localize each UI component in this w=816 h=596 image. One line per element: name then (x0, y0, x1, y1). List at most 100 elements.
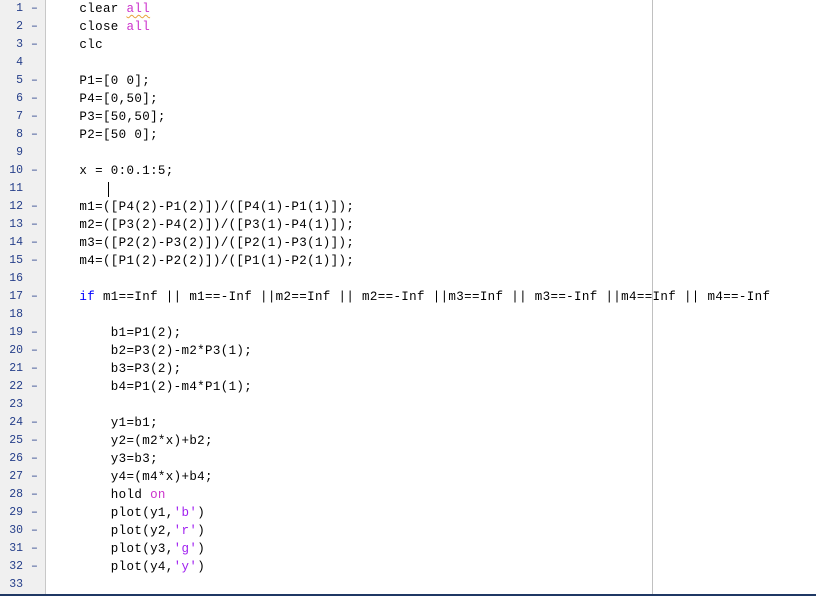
gutter-row[interactable]: 7– (0, 108, 45, 126)
gutter-row[interactable]: 11 (0, 180, 45, 198)
code-line[interactable]: P3=[50,50]; (48, 108, 770, 126)
code-line[interactable] (48, 180, 770, 198)
code-line[interactable]: m4=([P1(2)-P2(2)])/([P1(1)-P2(1)]); (48, 252, 770, 270)
executable-line-marker[interactable]: – (31, 234, 43, 252)
gutter-row[interactable]: 25– (0, 432, 45, 450)
gutter-row[interactable]: 3– (0, 36, 45, 54)
gutter-row[interactable]: 23 (0, 396, 45, 414)
gutter-row[interactable]: 13– (0, 216, 45, 234)
executable-line-marker[interactable]: – (31, 324, 43, 342)
gutter-row[interactable]: 29– (0, 504, 45, 522)
gutter-row[interactable]: 1– (0, 0, 45, 18)
editor-line-number-gutter[interactable]: 1–2–3–4 5–6–7–8–9 10–11 12–13–14–15–16 17–18… (0, 0, 46, 594)
code-line[interactable]: x = 0:0.1:5; (48, 162, 770, 180)
code-line[interactable]: plot(y1,'b') (48, 504, 770, 522)
executable-line-marker[interactable]: – (31, 504, 43, 522)
gutter-row[interactable]: 30– (0, 522, 45, 540)
gutter-row[interactable]: 31– (0, 540, 45, 558)
code-line[interactable]: P2=[50 0]; (48, 126, 770, 144)
code-line[interactable]: clc (48, 36, 770, 54)
executable-line-marker[interactable]: – (31, 216, 43, 234)
gutter-row[interactable]: 26– (0, 450, 45, 468)
code-line[interactable]: y3=b3; (48, 450, 770, 468)
executable-line-marker[interactable]: – (31, 486, 43, 504)
executable-line-marker[interactable]: – (31, 72, 43, 90)
gutter-row[interactable]: 8– (0, 126, 45, 144)
code-line[interactable]: clear all (48, 0, 770, 18)
code-line[interactable] (48, 270, 770, 288)
executable-line-marker[interactable]: – (31, 36, 43, 54)
gutter-row[interactable]: 2– (0, 18, 45, 36)
gutter-row[interactable]: 6– (0, 90, 45, 108)
code-line[interactable]: y2=(m2*x)+b2; (48, 432, 770, 450)
executable-line-marker[interactable]: – (31, 540, 43, 558)
code-line[interactable]: P1=[0 0]; (48, 72, 770, 90)
gutter-row[interactable]: 20– (0, 342, 45, 360)
executable-line-marker[interactable]: – (31, 162, 43, 180)
executable-line-marker[interactable]: – (31, 450, 43, 468)
code-line[interactable]: P4=[0,50]; (48, 90, 770, 108)
code-line[interactable]: b3=P3(2); (48, 360, 770, 378)
code-line[interactable]: m2=([P3(2)-P4(2)])/([P3(1)-P4(1)]); (48, 216, 770, 234)
executable-line-marker[interactable]: – (31, 0, 43, 18)
code-line[interactable]: y1=b1; (48, 414, 770, 432)
gutter-row[interactable]: 12– (0, 198, 45, 216)
code-line[interactable]: b1=P1(2); (48, 324, 770, 342)
gutter-row[interactable]: 32– (0, 558, 45, 576)
code-line[interactable] (48, 576, 770, 594)
editor-code-area[interactable]: clear all close all clc P1=[0 0]; P4=[0,… (46, 0, 816, 594)
executable-line-marker[interactable]: – (31, 468, 43, 486)
executable-line-marker[interactable]: – (31, 90, 43, 108)
code-line[interactable]: y4=(m4*x)+b4; (48, 468, 770, 486)
executable-line-marker[interactable]: – (31, 432, 43, 450)
gutter-row[interactable]: 14– (0, 234, 45, 252)
executable-line-marker[interactable]: – (31, 558, 43, 576)
executable-line-marker[interactable]: – (31, 378, 43, 396)
executable-line-marker[interactable]: – (31, 360, 43, 378)
gutter-row[interactable]: 18 (0, 306, 45, 324)
code-line[interactable]: m3=([P2(2)-P3(2)])/([P2(1)-P3(1)]); (48, 234, 770, 252)
code-line[interactable]: hold on (48, 486, 770, 504)
code-line[interactable]: b4=P1(2)-m4*P1(1); (48, 378, 770, 396)
code-line[interactable]: plot(y3,'g') (48, 540, 770, 558)
code-line[interactable] (48, 54, 770, 72)
executable-line-marker[interactable]: – (31, 252, 43, 270)
gutter-row[interactable]: 17– (0, 288, 45, 306)
line-number: 8 (16, 128, 23, 141)
gutter-row[interactable]: 24– (0, 414, 45, 432)
executable-line-marker[interactable]: – (31, 18, 43, 36)
gutter-row[interactable]: 15– (0, 252, 45, 270)
gutter-row[interactable]: 9 (0, 144, 45, 162)
code-token: b2=P3(2)-m2*P3(1); (48, 344, 253, 358)
code-line[interactable] (48, 396, 770, 414)
gutter-row[interactable]: 21– (0, 360, 45, 378)
gutter-row[interactable]: 27– (0, 468, 45, 486)
line-number: 26 (9, 452, 23, 465)
code-line[interactable]: b2=P3(2)-m2*P3(1); (48, 342, 770, 360)
gutter-row[interactable]: 28– (0, 486, 45, 504)
executable-line-marker[interactable]: – (31, 288, 43, 306)
executable-line-marker[interactable]: – (31, 126, 43, 144)
line-number: 19 (9, 326, 23, 339)
gutter-row[interactable]: 16 (0, 270, 45, 288)
code-line[interactable]: plot(y2,'r') (48, 522, 770, 540)
code-line[interactable]: close all (48, 18, 770, 36)
gutter-row[interactable]: 4 (0, 54, 45, 72)
code-line[interactable]: plot(y4,'y') (48, 558, 770, 576)
gutter-row[interactable]: 10– (0, 162, 45, 180)
gutter-row[interactable]: 19– (0, 324, 45, 342)
executable-line-marker[interactable]: – (31, 198, 43, 216)
executable-line-marker[interactable]: – (31, 522, 43, 540)
gutter-row[interactable]: 22– (0, 378, 45, 396)
executable-line-marker[interactable]: – (31, 414, 43, 432)
executable-line-marker[interactable]: – (31, 108, 43, 126)
gutter-row[interactable]: 5– (0, 72, 45, 90)
gutter-row[interactable]: 33 (0, 576, 45, 594)
code-line[interactable] (48, 306, 770, 324)
code-line[interactable]: if m1==Inf || m1==-Inf ||m2==Inf || m2==… (48, 288, 770, 306)
code-line[interactable] (48, 144, 770, 162)
line-number: 14 (9, 236, 23, 249)
executable-line-marker[interactable]: – (31, 342, 43, 360)
code-line[interactable]: m1=([P4(2)-P1(2)])/([P4(1)-P1(1)]); (48, 198, 770, 216)
